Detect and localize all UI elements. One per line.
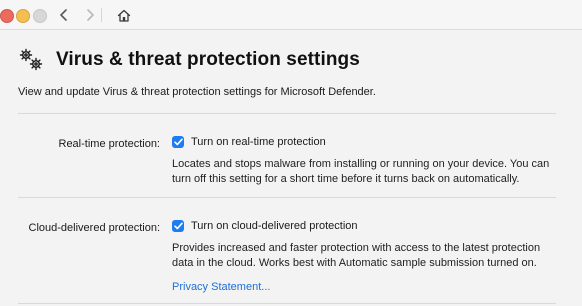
realtime-protection-label: Real-time protection: — [58, 138, 161, 150]
chevron-left-icon — [60, 9, 67, 21]
minimize-window-button[interactable] — [16, 9, 30, 23]
page-subtitle: View and update Virus & threat protectio… — [18, 86, 376, 98]
privacy-statement-link[interactable]: Privacy Statement... — [172, 281, 270, 293]
cloud-protection-toggle[interactable]: Turn on cloud-delivered protection — [172, 220, 358, 232]
divider — [18, 197, 556, 198]
realtime-protection-toggle-label: Turn on real-time protection — [191, 136, 326, 148]
back-button[interactable] — [54, 5, 74, 25]
cloud-protection-toggle-label: Turn on cloud-delivered protection — [191, 220, 358, 232]
cloud-protection-checkbox[interactable] — [172, 220, 184, 232]
cloud-protection-label: Cloud-delivered protection: — [28, 222, 160, 234]
realtime-protection-checkbox[interactable] — [172, 136, 184, 148]
realtime-protection-toggle[interactable]: Turn on real-time protection — [172, 136, 326, 148]
home-button[interactable] — [114, 5, 134, 25]
checkmark-icon — [173, 222, 183, 230]
chevron-right-icon — [87, 9, 94, 21]
title-bar — [0, 0, 582, 30]
divider — [18, 303, 556, 304]
forward-button[interactable] — [80, 5, 100, 25]
cloud-protection-description: Provides increased and faster protection… — [172, 242, 541, 269]
nav-divider — [101, 8, 102, 22]
home-icon — [117, 9, 131, 22]
zoom-window-button[interactable] — [33, 9, 47, 23]
divider — [18, 113, 556, 114]
page-title: Virus & threat protection settings — [56, 49, 360, 70]
close-window-button[interactable] — [0, 9, 14, 23]
realtime-protection-description: Locates and stops malware from installin… — [172, 158, 550, 185]
gears-icon — [19, 48, 43, 71]
checkmark-icon — [173, 138, 183, 146]
page-heading: Virus & threat protection settings — [18, 48, 360, 72]
